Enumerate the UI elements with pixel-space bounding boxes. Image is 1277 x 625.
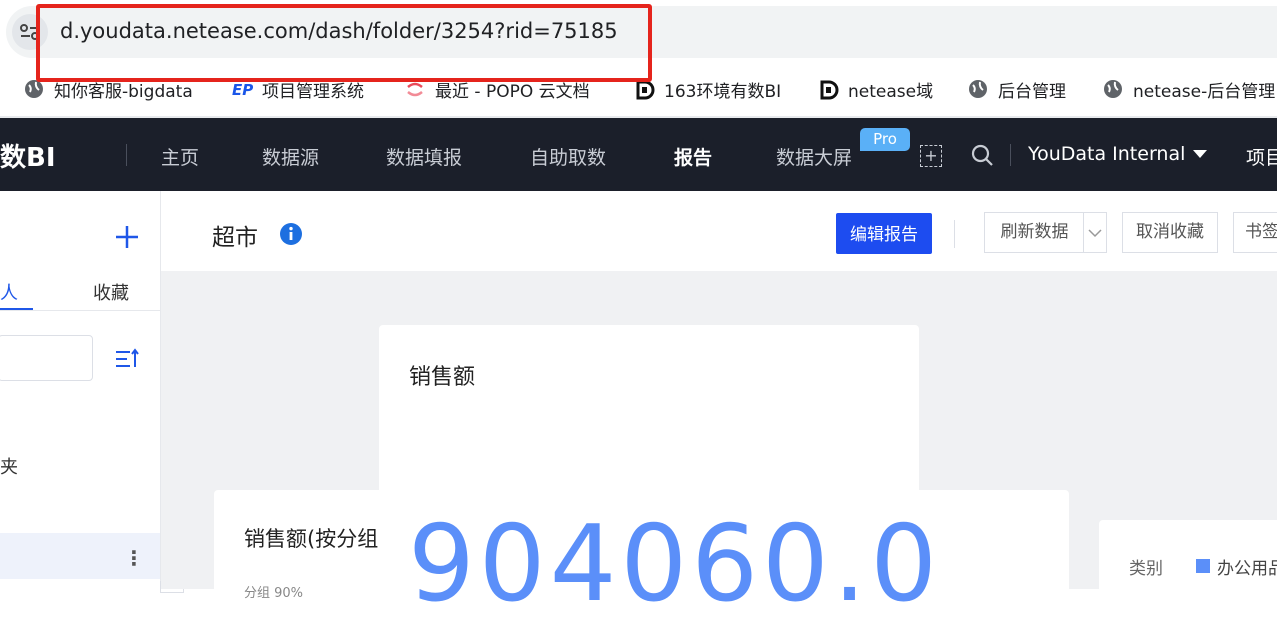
edit-report-button[interactable]: 编辑报告 [836,213,932,254]
globe-icon [1103,79,1123,99]
tab-mine[interactable]: 人 [0,279,18,305]
more-icon[interactable]: ⋮ [124,546,144,570]
nav-home[interactable]: 主页 [161,143,199,170]
bookmark-163-bi[interactable]: 163环境有数BI [634,76,781,102]
globe-icon [968,79,988,99]
nav-self-service[interactable]: 自助取数 [530,143,606,170]
youdata-logo-icon [818,79,839,100]
youdata-logo-icon [634,79,655,100]
tab-favorites[interactable]: 收藏 [93,279,129,305]
ep-logo-icon: EP [232,79,253,99]
pro-badge: Pro [860,128,910,151]
bookmark-label: 后台管理 [998,81,1066,102]
nav-datasource[interactable]: 数据源 [262,143,319,170]
sidebar [0,191,161,589]
bookmark-label: netease-后台管理 [1133,81,1276,102]
divider [0,310,160,311]
nav-big-screen[interactable]: 数据大屏 [776,143,852,170]
chevron-down-icon [1088,229,1102,238]
kpi-value: 904060.0 [408,503,942,625]
search-icon[interactable] [970,143,994,167]
bookmark-admin[interactable]: 后台管理 [968,76,1066,102]
legend-title: 类别 [1129,559,1163,579]
card-title: 销售额(按分组 [244,527,379,551]
bookmark-button[interactable]: 书签 [1233,212,1277,253]
app-logo[interactable]: 数BI [0,137,56,174]
bookmark-label: 163环境有数BI [664,81,782,102]
unfavorite-button[interactable]: 取消收藏 [1122,212,1218,253]
bookmark-label: netease域 [848,81,934,102]
svg-text:EP: EP [232,81,253,99]
add-icon[interactable] [114,224,140,250]
page-title: 超市 [212,225,258,251]
card-legend: 分组 90% [244,586,304,601]
bookmark-netease-admin[interactable]: netease-后台管理 [1103,76,1275,102]
bookmark-netease-domain[interactable]: netease域 [818,76,933,102]
refresh-dropdown-button[interactable] [1083,212,1107,253]
project-menu[interactable]: 项目 [1246,143,1277,170]
workspace-switcher[interactable]: YouData Internal [1028,143,1185,165]
nav-report[interactable]: 报告 [674,143,712,170]
globe-icon [24,79,44,99]
legend-item[interactable]: 办公用品 [1217,554,1277,579]
legend-swatch [1196,559,1210,573]
divider [126,144,127,166]
nav-data-fill[interactable]: 数据填报 [386,143,462,170]
refresh-data-button[interactable]: 刷新数据 [984,212,1084,253]
popo-logo-icon [405,79,425,99]
report-header [161,191,1277,271]
card-title: 销售额 [409,365,476,390]
sidebar-search-input[interactable] [0,335,93,381]
sort-icon[interactable] [114,347,140,371]
folder-item-label[interactable]: 夹 [0,453,18,479]
divider [1010,144,1011,166]
caret-down-icon[interactable] [1193,150,1207,158]
info-icon[interactable] [279,222,303,246]
annotation-highlight-box [36,4,652,82]
divider [954,220,955,248]
add-menu-icon[interactable]: + [920,145,942,167]
